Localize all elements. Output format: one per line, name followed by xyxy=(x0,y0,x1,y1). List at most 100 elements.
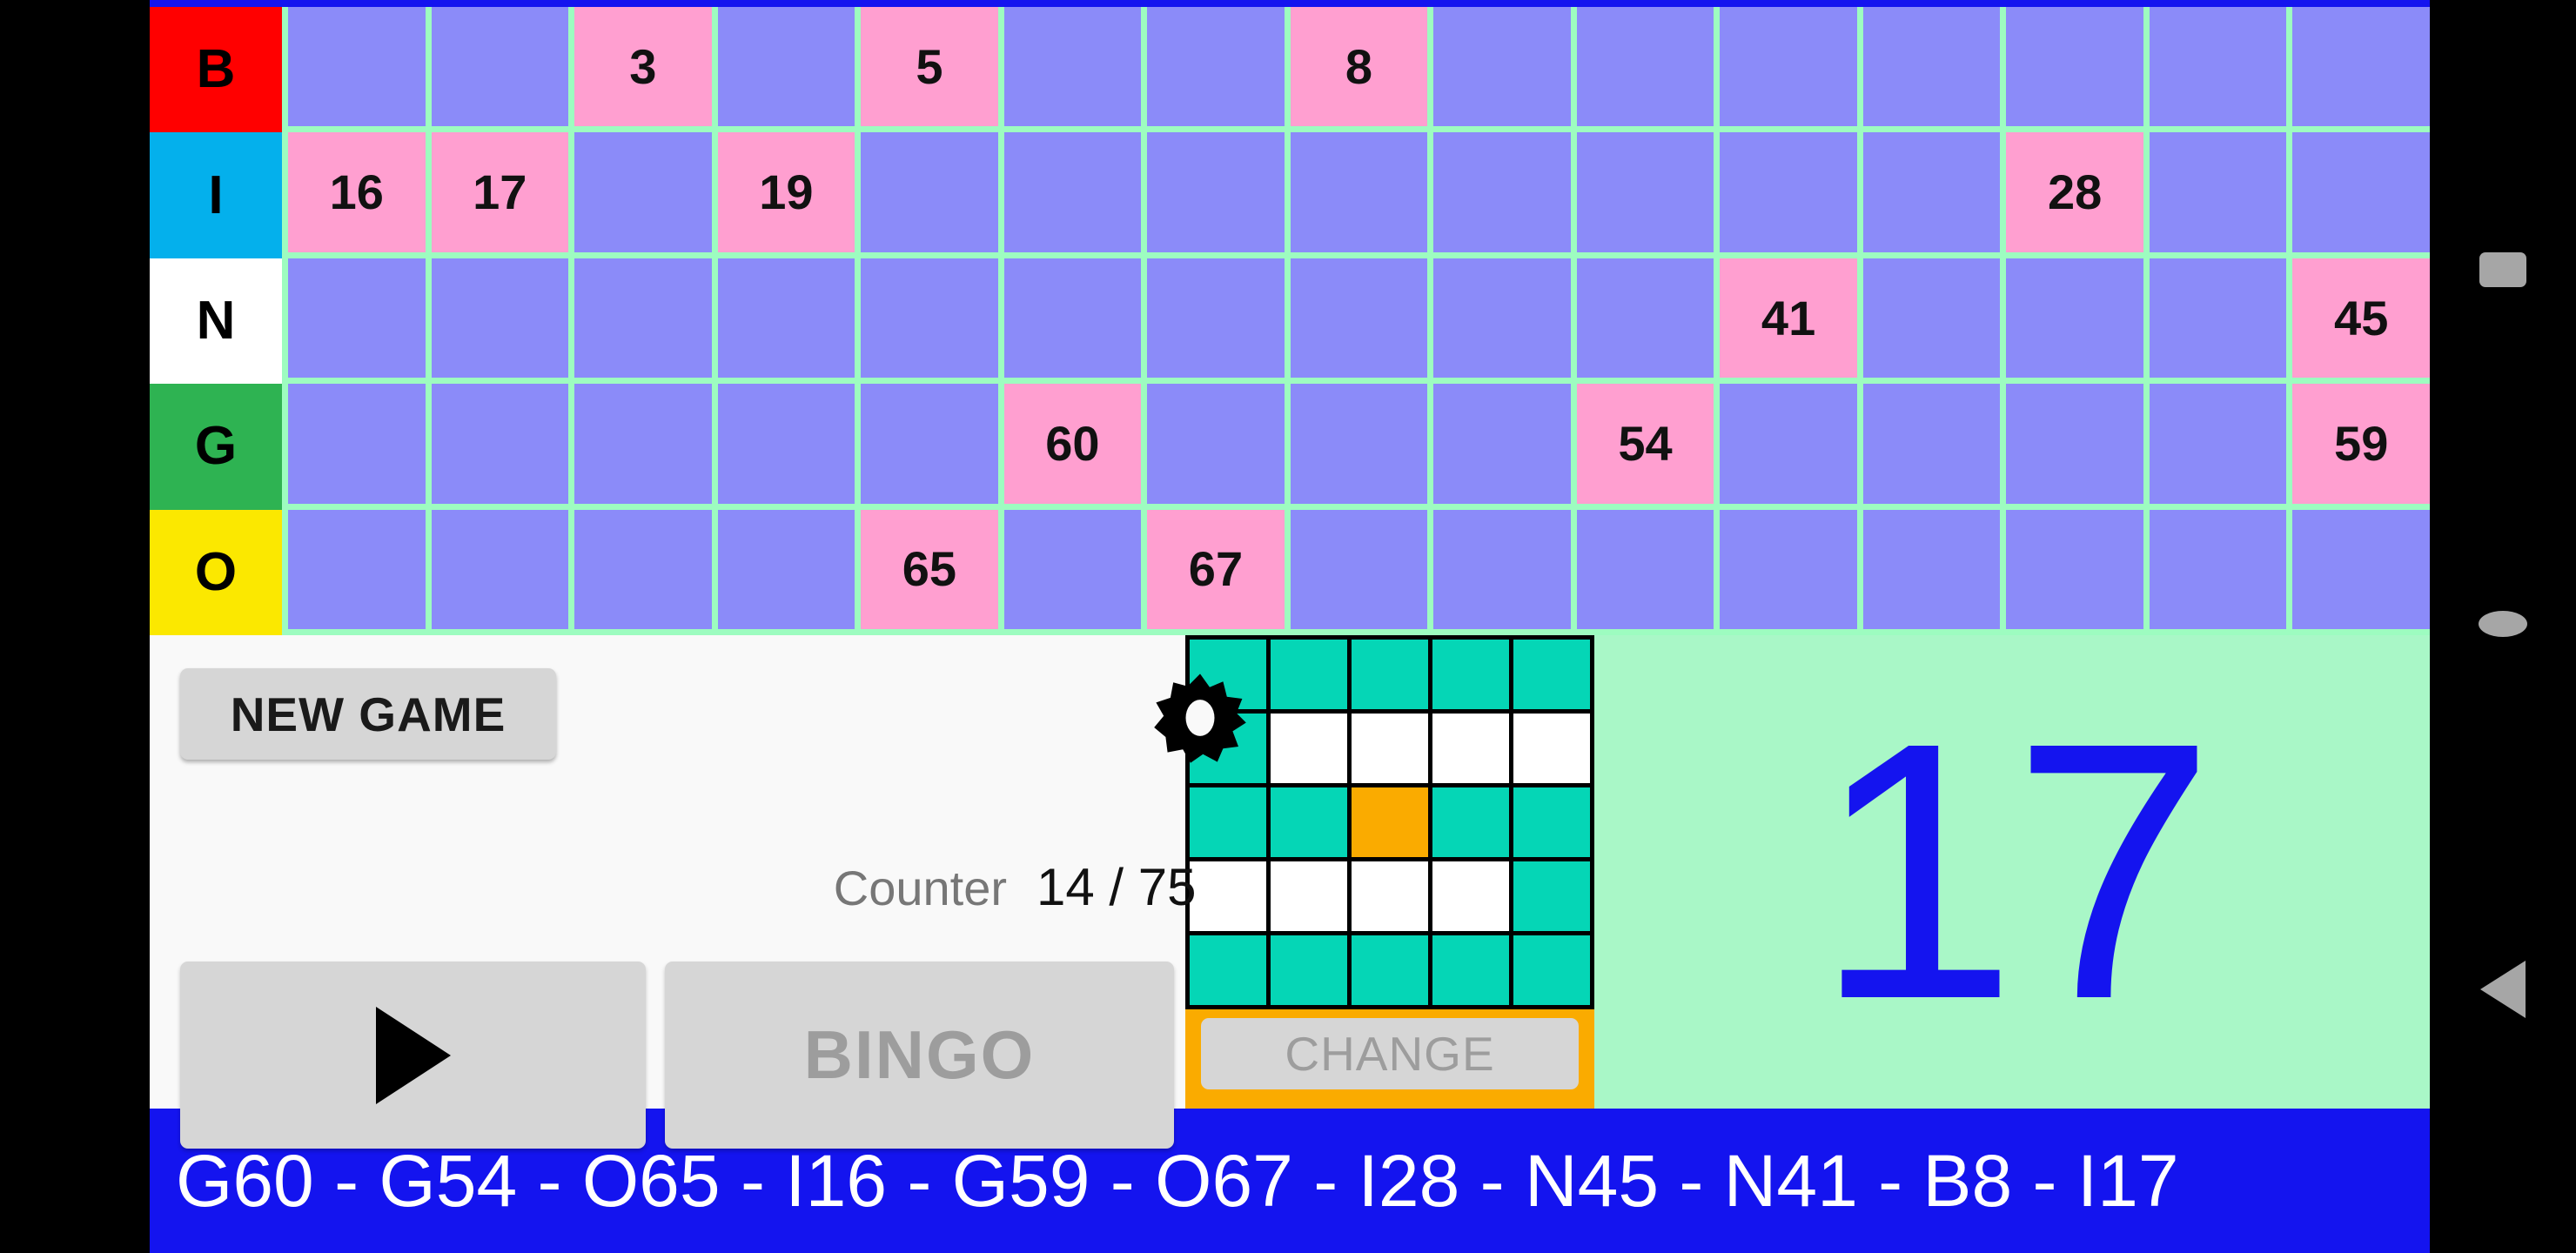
board-cell[interactable] xyxy=(2006,509,2143,630)
board-cell[interactable] xyxy=(2149,7,2287,127)
board-cell[interactable] xyxy=(1003,258,1142,379)
board-cell[interactable] xyxy=(1147,7,1285,127)
board-cell[interactable] xyxy=(1862,7,2001,127)
board-cell[interactable]: 17 xyxy=(431,132,569,252)
pattern-cell[interactable] xyxy=(1352,714,1428,783)
pattern-cell[interactable] xyxy=(1513,640,1590,709)
board-cell[interactable] xyxy=(717,258,855,379)
board-cell[interactable] xyxy=(288,509,426,630)
pattern-cell[interactable] xyxy=(1190,935,1266,1005)
board-cell[interactable] xyxy=(2006,384,2143,504)
board-cell[interactable] xyxy=(1720,509,1857,630)
triangle-back-icon[interactable] xyxy=(2480,961,2526,1018)
new-game-button[interactable]: NEW GAME xyxy=(180,668,556,760)
board-cell[interactable] xyxy=(431,384,569,504)
bingo-button[interactable]: BINGO xyxy=(665,962,1174,1149)
board-cell[interactable] xyxy=(574,384,712,504)
board-cell[interactable] xyxy=(1003,132,1142,252)
pattern-cell[interactable] xyxy=(1271,861,1347,931)
board-cell[interactable] xyxy=(1433,132,1571,252)
pattern-cell[interactable] xyxy=(1352,935,1428,1005)
pattern-cell[interactable] xyxy=(1432,640,1509,709)
board-cell[interactable] xyxy=(717,384,855,504)
pattern-cell[interactable] xyxy=(1513,861,1590,931)
board-cell[interactable] xyxy=(288,384,426,504)
pattern-cell[interactable] xyxy=(1432,861,1509,931)
board-cell[interactable] xyxy=(1433,509,1571,630)
pattern-cell[interactable] xyxy=(1271,787,1347,857)
pattern-cell[interactable] xyxy=(1513,714,1590,783)
board-cell[interactable] xyxy=(1720,7,1857,127)
board-cell[interactable] xyxy=(2292,132,2430,252)
board-cell[interactable] xyxy=(1862,258,2001,379)
pattern-cell[interactable] xyxy=(1271,640,1347,709)
pattern-cell[interactable] xyxy=(1432,787,1509,857)
board-cell[interactable]: 54 xyxy=(1576,384,1714,504)
pattern-cell[interactable] xyxy=(1432,714,1509,783)
board-cell[interactable] xyxy=(1433,258,1571,379)
board-cell[interactable]: 41 xyxy=(1720,258,1857,379)
board-cell[interactable] xyxy=(1720,132,1857,252)
board-cell[interactable] xyxy=(1147,384,1285,504)
board-cell[interactable] xyxy=(2006,7,2143,127)
board-cell[interactable] xyxy=(431,7,569,127)
board-cell[interactable] xyxy=(1576,7,1714,127)
board-cell[interactable] xyxy=(1576,132,1714,252)
board-cell[interactable] xyxy=(717,7,855,127)
board-cell[interactable] xyxy=(1576,258,1714,379)
board-cell[interactable]: 60 xyxy=(1003,384,1142,504)
board-cell[interactable] xyxy=(2292,7,2430,127)
board-cell[interactable] xyxy=(1290,258,1428,379)
pattern-cell[interactable] xyxy=(1190,787,1266,857)
board-cell[interactable] xyxy=(1290,132,1428,252)
board-cell[interactable] xyxy=(431,509,569,630)
board-cell[interactable] xyxy=(1576,509,1714,630)
board-cell[interactable] xyxy=(861,384,998,504)
board-cell[interactable] xyxy=(1720,384,1857,504)
board-cell[interactable] xyxy=(1433,7,1571,127)
board-cell[interactable] xyxy=(861,132,998,252)
circle-home-icon[interactable] xyxy=(2479,611,2527,637)
board-cell[interactable] xyxy=(574,258,712,379)
board-cell[interactable] xyxy=(1862,509,2001,630)
board-cell[interactable] xyxy=(2149,509,2287,630)
board-cell[interactable] xyxy=(1290,384,1428,504)
play-button[interactable] xyxy=(180,962,646,1149)
board-cell[interactable] xyxy=(288,7,426,127)
board-cell[interactable]: 28 xyxy=(2006,132,2143,252)
pattern-cell[interactable] xyxy=(1271,935,1347,1005)
board-cell[interactable] xyxy=(2292,509,2430,630)
board-cell[interactable] xyxy=(1862,132,2001,252)
board-cell[interactable]: 59 xyxy=(2292,384,2430,504)
board-cell[interactable]: 65 xyxy=(861,509,998,630)
board-cell[interactable] xyxy=(1147,132,1285,252)
board-cell[interactable] xyxy=(861,258,998,379)
board-cell[interactable]: 19 xyxy=(717,132,855,252)
board-cell[interactable] xyxy=(2149,132,2287,252)
square-recents-icon[interactable] xyxy=(2479,252,2526,287)
pattern-cell[interactable] xyxy=(1513,787,1590,857)
board-cell[interactable] xyxy=(2149,258,2287,379)
board-cell[interactable] xyxy=(717,509,855,630)
board-cell[interactable] xyxy=(1003,509,1142,630)
board-cell[interactable] xyxy=(1433,384,1571,504)
pattern-cell[interactable] xyxy=(1352,861,1428,931)
board-cell[interactable] xyxy=(574,132,712,252)
board-cell[interactable]: 16 xyxy=(288,132,426,252)
gear-icon[interactable] xyxy=(1152,670,1248,766)
board-cell[interactable] xyxy=(431,258,569,379)
board-cell[interactable] xyxy=(2006,258,2143,379)
board-cell[interactable]: 5 xyxy=(861,7,998,127)
pattern-cell[interactable] xyxy=(1271,714,1347,783)
pattern-cell[interactable] xyxy=(1513,935,1590,1005)
pattern-cell[interactable] xyxy=(1352,640,1428,709)
board-cell[interactable] xyxy=(1003,7,1142,127)
pattern-cell[interactable] xyxy=(1352,787,1428,857)
board-cell[interactable]: 8 xyxy=(1290,7,1428,127)
board-cell[interactable] xyxy=(288,258,426,379)
board-cell[interactable]: 67 xyxy=(1147,509,1285,630)
board-cell[interactable]: 45 xyxy=(2292,258,2430,379)
board-cell[interactable] xyxy=(2149,384,2287,504)
change-pattern-button[interactable]: CHANGE xyxy=(1201,1018,1579,1089)
board-cell[interactable] xyxy=(1862,384,2001,504)
